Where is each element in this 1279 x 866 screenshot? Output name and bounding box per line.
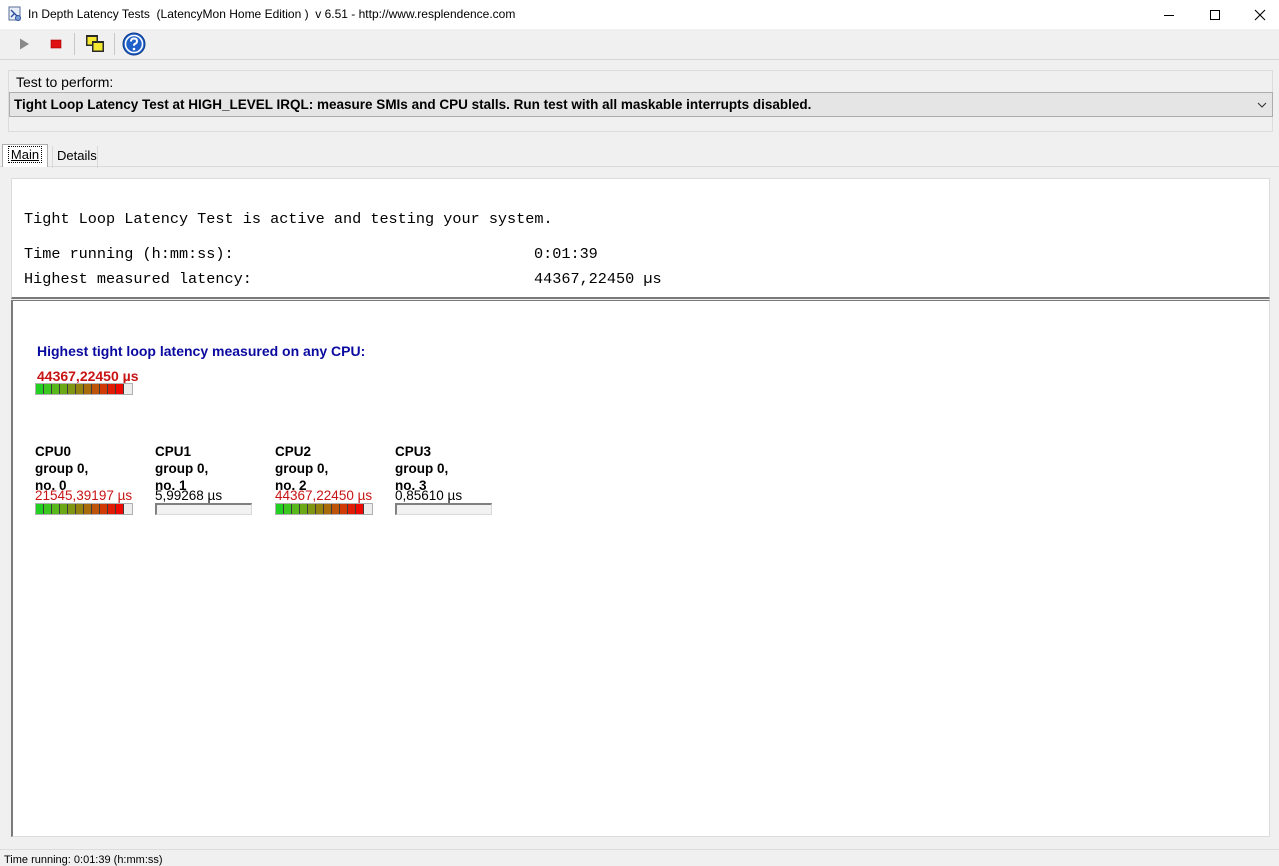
meter-segment xyxy=(68,504,76,514)
meter-segment xyxy=(52,384,60,394)
meter-segment xyxy=(116,384,124,394)
cpu-latency-meter xyxy=(395,503,492,515)
meter-segment xyxy=(44,384,52,394)
help-button[interactable] xyxy=(122,32,146,56)
meter-segment xyxy=(116,504,124,514)
meter-segment xyxy=(284,504,292,514)
meter-segment xyxy=(60,504,68,514)
meter-segment xyxy=(92,504,100,514)
minimize-icon xyxy=(1164,14,1174,16)
meter-segment xyxy=(324,504,332,514)
cascade-windows-icon xyxy=(86,35,104,52)
cpu-block: CPU0 group 0, no. 0 xyxy=(35,443,155,494)
meter-segment xyxy=(76,384,84,394)
meter-segment xyxy=(36,384,44,394)
meter-segment xyxy=(316,504,324,514)
highest-latency-heading: Highest tight loop latency measured on a… xyxy=(37,343,366,359)
meter-segment xyxy=(108,504,116,514)
meter-segment xyxy=(356,504,364,514)
close-icon xyxy=(1254,9,1266,20)
maximize-button[interactable] xyxy=(1192,0,1238,29)
cpu-latency-value: 0,85610 µs xyxy=(395,488,463,503)
meter-segment xyxy=(292,504,300,514)
latencymon-app-icon xyxy=(8,6,21,21)
meter-segment xyxy=(100,384,108,394)
status-bar-text: Time running: 0:01:39 (h:mm:ss) xyxy=(4,854,163,866)
window-title: In Depth Latency Tests (LatencyMon Home … xyxy=(28,7,516,21)
meter-segment xyxy=(68,384,76,394)
meter-segment xyxy=(84,504,92,514)
status-info-panel: Tight Loop Latency Test is active and te… xyxy=(11,178,1270,299)
meter-segment xyxy=(36,504,44,514)
status-bar: Time running: 0:01:39 (h:mm:ss) xyxy=(0,849,1279,866)
play-button[interactable] xyxy=(12,32,36,56)
cpu-latency-meter xyxy=(155,503,252,515)
close-button[interactable] xyxy=(1237,0,1279,29)
tab-details[interactable]: Details xyxy=(52,146,98,168)
cpu-latency-value: 44367,22450 µs xyxy=(275,488,373,503)
help-icon xyxy=(122,32,146,56)
cpu-name: CPU0 xyxy=(35,444,72,459)
cpu-latency-value: 21545,39197 µs xyxy=(35,488,133,503)
meter-segment xyxy=(276,504,284,514)
meter-segment xyxy=(108,384,116,394)
title-bar: In Depth Latency Tests (LatencyMon Home … xyxy=(0,0,1279,29)
tab-main[interactable]: Main xyxy=(2,144,48,167)
test-select[interactable]: Tight Loop Latency Test at HIGH_LEVEL IR… xyxy=(9,92,1273,117)
cpu-group: group 0, xyxy=(155,461,209,476)
meter-segment xyxy=(348,504,356,514)
test-select-value: Tight Loop Latency Test at HIGH_LEVEL IR… xyxy=(14,97,812,112)
cpu-latency-value: 5,99268 µs xyxy=(155,488,223,503)
highest-latency-value: 44367,22450 µs xyxy=(534,270,662,288)
highest-latency-label: Highest measured latency: xyxy=(24,270,252,288)
cpu-block: CPU1 group 0, no. 1 xyxy=(155,443,275,494)
play-icon xyxy=(20,38,29,50)
cpu-name: CPU3 xyxy=(395,444,432,459)
toolbar xyxy=(0,29,1279,60)
cpu-group: group 0, xyxy=(35,461,89,476)
cpu-block: CPU3 group 0, no. 3 xyxy=(395,443,515,494)
meter-segment xyxy=(60,384,68,394)
meter-segment xyxy=(92,384,100,394)
meter-segment xyxy=(44,504,52,514)
time-running-label: Time running (h:mm:ss): xyxy=(24,245,234,263)
maximize-icon xyxy=(1210,9,1220,20)
stop-button[interactable] xyxy=(44,32,68,56)
test-label: Test to perform: xyxy=(15,74,115,90)
meter-segment xyxy=(308,504,316,514)
stop-icon xyxy=(50,39,62,49)
chevron-down-icon xyxy=(1257,102,1267,108)
windows-button[interactable] xyxy=(83,32,107,56)
meter-segment xyxy=(76,504,84,514)
meter-segment xyxy=(100,504,108,514)
meter-segment xyxy=(340,504,348,514)
meter-segment xyxy=(332,504,340,514)
cpu-latency-meter xyxy=(275,503,373,515)
cpu-latency-meter xyxy=(35,503,133,515)
tab-main-label: Main xyxy=(7,146,43,163)
toolbar-separator xyxy=(74,33,75,55)
meter-segment xyxy=(52,504,60,514)
latency-meter-panel: Highest tight loop latency measured on a… xyxy=(11,300,1270,837)
highest-latency-meter xyxy=(35,383,133,395)
time-running-value: 0:01:39 xyxy=(534,245,598,263)
cpu-group: group 0, xyxy=(275,461,329,476)
cpu-block: CPU2 group 0, no. 2 xyxy=(275,443,395,494)
meter-segment xyxy=(300,504,308,514)
highest-latency-meter-value: 44367,22450 µs xyxy=(37,368,139,384)
toolbar-separator xyxy=(114,33,115,55)
minimize-button[interactable] xyxy=(1146,0,1192,29)
meter-segment xyxy=(84,384,92,394)
tab-strip-divider xyxy=(0,166,1279,167)
cpu-name: CPU1 xyxy=(155,444,192,459)
cpu-name: CPU2 xyxy=(275,444,312,459)
cpu-group: group 0, xyxy=(395,461,449,476)
test-status-text: Tight Loop Latency Test is active and te… xyxy=(24,210,553,228)
tab-details-label: Details xyxy=(57,148,97,163)
